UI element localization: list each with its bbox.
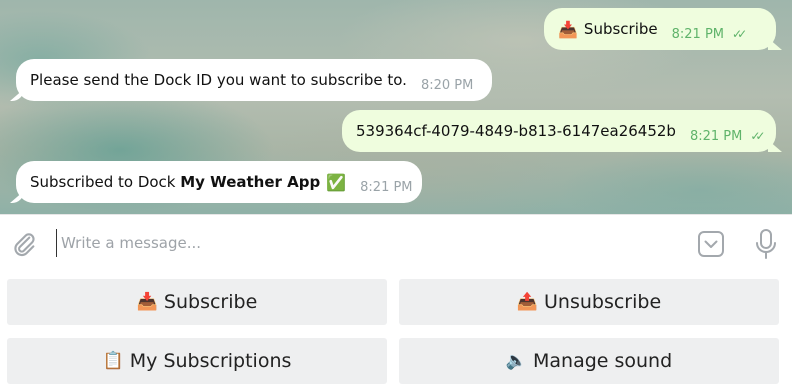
keyboard-button-unsubscribe[interactable]: 📤 Unsubscribe xyxy=(399,279,779,325)
message-text: Subscribe xyxy=(583,20,658,38)
message-time: 8:20 PM xyxy=(420,77,474,93)
message-time: 8:21 PM xyxy=(689,128,743,144)
clipboard-icon: 📋 xyxy=(102,351,124,371)
message-composer xyxy=(0,214,792,272)
message-time: 8:21 PM xyxy=(671,26,725,42)
message-bubble-confirmation[interactable]: Subscribed to Dock My Weather App ✅ 8:21… xyxy=(16,161,422,203)
message-text-prefix: Subscribed to Dock xyxy=(30,173,181,191)
keyboard-button-label: My Subscriptions xyxy=(129,350,292,372)
check-mark-icon: ✅ xyxy=(326,172,347,192)
keyboard-button-label: Subscribe xyxy=(163,291,258,313)
read-ticks-icon: ✓✓ xyxy=(732,27,747,41)
speaker-icon: 🔈 xyxy=(505,351,527,371)
dock-name: My Weather App xyxy=(180,173,321,191)
message-bubble-subscribe[interactable]: 📥 Subscribe 8:21 PM ✓✓ xyxy=(544,8,776,50)
message-time: 8:21 PM xyxy=(360,179,413,195)
attach-icon[interactable] xyxy=(10,229,38,259)
keyboard-button-manage-sound[interactable]: 🔈 Manage sound xyxy=(399,338,779,384)
outbox-tray-icon: 📤 xyxy=(516,292,539,312)
read-ticks-icon: ✓✓ xyxy=(750,129,765,143)
message-bubble-dock-id[interactable]: 539364cf-4079-4849-b813-6147ea26452b 8:2… xyxy=(342,110,776,152)
keyboard-button-label: Manage sound xyxy=(532,350,673,372)
bot-keyboard-toggle-icon[interactable] xyxy=(696,229,726,259)
chat-area: 📥 Subscribe 8:21 PM ✓✓ Please send the D… xyxy=(0,0,792,214)
inbox-tray-icon: 📥 xyxy=(136,292,158,312)
message-text: 539364cf-4079-4849-b813-6147ea26452b xyxy=(356,122,676,140)
inbox-tray-icon: 📥 xyxy=(558,19,578,39)
message-text: Please send the Dock ID you want to subs… xyxy=(30,71,407,89)
message-input[interactable] xyxy=(56,229,663,257)
microphone-icon[interactable] xyxy=(752,227,780,261)
keyboard-button-my-subscriptions[interactable]: 📋 My Subscriptions xyxy=(7,338,387,384)
keyboard-button-subscribe[interactable]: 📥 Subscribe xyxy=(7,279,387,325)
keyboard-button-label: Unsubscribe xyxy=(544,291,662,313)
message-bubble-prompt[interactable]: Please send the Dock ID you want to subs… xyxy=(16,59,492,101)
